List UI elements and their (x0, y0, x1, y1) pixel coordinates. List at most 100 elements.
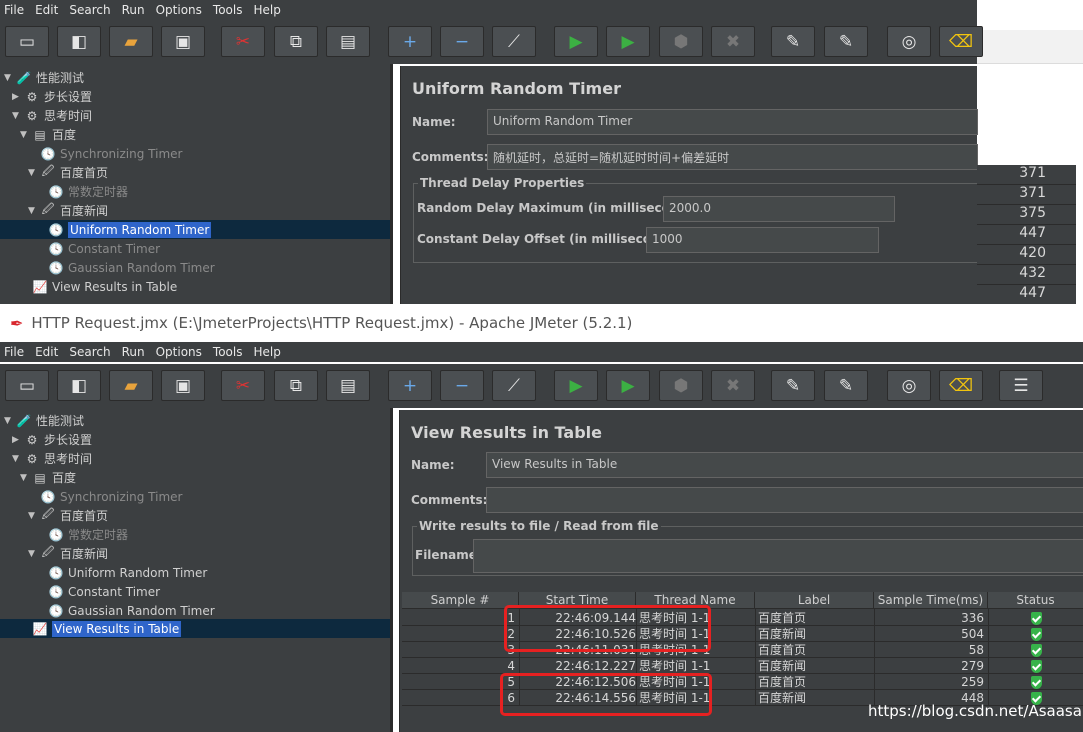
new-button[interactable]: ▭ (5, 370, 49, 401)
column-header-status[interactable]: Status (988, 592, 1083, 609)
tree-node-view[interactable]: 📈 View Results in Table (32, 277, 178, 296)
paste-button[interactable]: ▤ (326, 26, 370, 57)
tree-node-view-selected[interactable]: 📈 View Results in Table (32, 619, 182, 638)
tree-node-think[interactable]: ▼ ⚙ 思考时间 (12, 106, 92, 125)
name-field[interactable]: View Results in Table (486, 452, 1083, 478)
expand-icon[interactable]: ▼ (4, 73, 14, 83)
new-button[interactable]: ▭ (5, 26, 49, 57)
tree-node-sync[interactable]: 🕓 Synchronizing Timer (40, 144, 183, 163)
menu-file[interactable]: File (4, 3, 24, 17)
collapse-button[interactable]: − (440, 370, 484, 401)
tree-node-uniform-selected[interactable]: 🕓 Uniform Random Timer (48, 220, 212, 239)
stop-button[interactable]: ⬢ (659, 26, 703, 57)
clear-all-button[interactable]: ✎ (824, 370, 868, 401)
tree-node-news[interactable]: ▼ 🖉 百度新闻 (28, 544, 108, 563)
tree-node-step[interactable]: ▶ ⚙ 步长设置 (12, 87, 92, 106)
open-button[interactable]: ▰ (109, 370, 153, 401)
menu-run[interactable]: Run (122, 345, 145, 359)
search-button[interactable]: ◎ (887, 26, 931, 57)
tree-node-const-cn[interactable]: 🕓 常数定时器 (48, 182, 129, 201)
save-button[interactable]: ▣ (161, 26, 205, 57)
expand-icon[interactable]: ▼ (20, 473, 30, 483)
clear-all-button[interactable]: ✎ (824, 26, 868, 57)
menu-tools[interactable]: Tools (213, 345, 243, 359)
expand-icon[interactable]: ▼ (28, 549, 38, 559)
cut-button[interactable]: ✂ (221, 26, 265, 57)
column-header-sample[interactable]: Sample # (402, 592, 519, 609)
expand-icon[interactable]: ▼ (4, 416, 14, 426)
templates-button[interactable]: ◧ (57, 26, 101, 57)
paste-button[interactable]: ▤ (326, 370, 370, 401)
comments-field[interactable]: 随机延时，总延时=随机延时时间+偏差延时 (487, 144, 978, 170)
tree-node-constant[interactable]: 🕓 Constant Timer (48, 239, 161, 258)
tree-node-const-cn[interactable]: 🕓 常数定时器 (48, 525, 129, 544)
toggle-button[interactable]: ⟋ (492, 370, 536, 401)
tree-node-home[interactable]: ▼ 🖉 百度首页 (28, 506, 108, 525)
name-field[interactable]: Uniform Random Timer (487, 109, 978, 135)
start-no-pause-button[interactable]: ▶ (606, 26, 650, 57)
menu-options[interactable]: Options (156, 3, 202, 17)
expand-icon[interactable]: ▼ (12, 454, 22, 464)
collapse-icon[interactable]: ▶ (12, 435, 22, 445)
clear-button[interactable]: ✎ (771, 370, 815, 401)
collapse-icon[interactable]: ▶ (12, 92, 22, 102)
menu-help[interactable]: Help (253, 345, 280, 359)
tree-node-gaussian[interactable]: 🕓 Gaussian Random Timer (48, 601, 215, 620)
reset-search-button[interactable]: ⌫ (939, 26, 983, 57)
search-button[interactable]: ◎ (887, 370, 931, 401)
column-header-label[interactable]: Label (755, 592, 874, 609)
start-no-pause-button[interactable]: ▶ (606, 370, 650, 401)
max-delay-field[interactable]: 2000.0 (663, 196, 895, 222)
copy-button[interactable]: ⧉ (274, 370, 318, 401)
save-button[interactable]: ▣ (161, 370, 205, 401)
menu-search[interactable]: Search (69, 3, 110, 17)
table-row[interactable]: 4 22:46:12.227 思考时间 1-1 百度新闻 279 (402, 658, 1083, 674)
stop-button[interactable]: ⬢ (659, 370, 703, 401)
start-button[interactable]: ▶ (554, 26, 598, 57)
open-button[interactable]: ▰ (109, 26, 153, 57)
tree-node-baidu[interactable]: ▼ ▤ 百度 (20, 125, 76, 144)
filename-field[interactable] (473, 539, 1083, 573)
column-header-sample-time-ms[interactable]: Sample Time(ms) (874, 592, 988, 609)
expand-button[interactable]: + (388, 26, 432, 57)
menu-options[interactable]: Options (156, 345, 202, 359)
cut-button[interactable]: ✂ (221, 370, 265, 401)
offset-field[interactable]: 1000 (646, 227, 879, 253)
menu-search[interactable]: Search (69, 345, 110, 359)
toggle-button[interactable]: ⟋ (492, 26, 536, 57)
clear-button[interactable]: ✎ (771, 26, 815, 57)
menu-file[interactable]: File (4, 345, 24, 359)
expand-icon[interactable]: ▼ (20, 130, 30, 140)
shutdown-button[interactable]: ✖ (711, 370, 755, 401)
tree-node-constant[interactable]: 🕓 Constant Timer (48, 582, 161, 601)
tree-node-think[interactable]: ▼ ⚙ 思考时间 (12, 449, 92, 468)
comments-label: Comments: (411, 493, 488, 507)
menu-run[interactable]: Run (122, 3, 145, 17)
shutdown-button[interactable]: ✖ (711, 26, 755, 57)
expand-icon[interactable]: ▼ (28, 206, 38, 216)
comments-field[interactable] (486, 487, 1083, 513)
expand-icon[interactable]: ▼ (12, 111, 22, 121)
menu-edit[interactable]: Edit (35, 3, 58, 17)
tree-node-root[interactable]: ▼ 🧪 性能测试 (4, 411, 84, 430)
expand-icon[interactable]: ▼ (28, 168, 38, 178)
start-button[interactable]: ▶ (554, 370, 598, 401)
copy-button[interactable]: ⧉ (274, 26, 318, 57)
function-helper-button[interactable]: ☰ (999, 370, 1043, 401)
tree-node-gaussian[interactable]: 🕓 Gaussian Random Timer (48, 258, 215, 277)
expand-icon[interactable]: ▼ (28, 511, 38, 521)
menu-edit[interactable]: Edit (35, 345, 58, 359)
templates-button[interactable]: ◧ (57, 370, 101, 401)
tree-node-root[interactable]: ▼ 🧪 性能测试 (4, 68, 84, 87)
tree-node-news[interactable]: ▼ 🖉 百度新闻 (28, 201, 108, 220)
tree-node-home[interactable]: ▼ 🖉 百度首页 (28, 163, 108, 182)
tree-node-sync[interactable]: 🕓 Synchronizing Timer (40, 487, 183, 506)
menu-help[interactable]: Help (253, 3, 280, 17)
expand-button[interactable]: + (388, 370, 432, 401)
tree-node-uniform[interactable]: 🕓 Uniform Random Timer (48, 563, 208, 582)
collapse-button[interactable]: − (440, 26, 484, 57)
tree-node-baidu[interactable]: ▼ ▤ 百度 (20, 468, 76, 487)
reset-search-button[interactable]: ⌫ (939, 370, 983, 401)
menu-tools[interactable]: Tools (213, 3, 243, 17)
tree-node-step[interactable]: ▶ ⚙ 步长设置 (12, 430, 92, 449)
